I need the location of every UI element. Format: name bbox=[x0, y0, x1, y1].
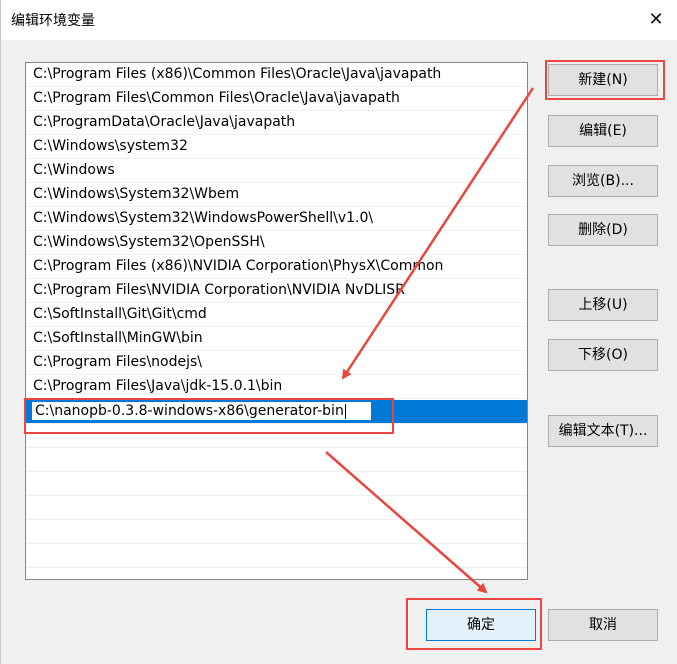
arrow-to-edit-field bbox=[341, 87, 535, 380]
arrow-to-ok-button bbox=[325, 451, 488, 594]
annotation-arrows bbox=[325, 87, 535, 594]
